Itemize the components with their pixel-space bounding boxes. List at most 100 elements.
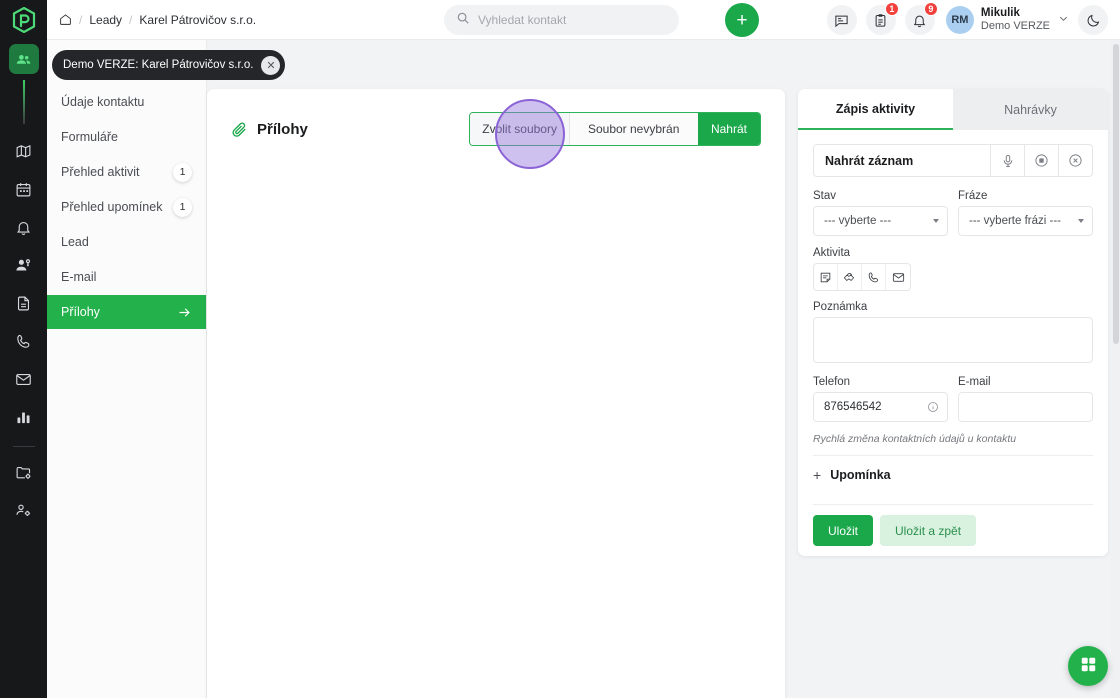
rail-item-notifications[interactable] <box>9 212 39 242</box>
fraze-field: Fráze --- vyberte frázi --- <box>958 190 1093 236</box>
info-icon[interactable] <box>927 401 939 413</box>
stav-select[interactable]: --- vyberte --- <box>813 206 948 236</box>
note-icon[interactable] <box>814 264 838 290</box>
email-label: E-mail <box>958 376 991 388</box>
rail-item-user-settings[interactable] <box>9 495 39 525</box>
envelope-icon[interactable] <box>886 264 910 290</box>
activity-tabs: Zápis aktivity Nahrávky <box>798 89 1108 130</box>
apps-launcher-button[interactable] <box>1068 646 1108 686</box>
choose-files-button[interactable]: Zvolit soubory <box>470 113 570 145</box>
rail-divider <box>12 446 35 447</box>
rail-items <box>0 40 47 529</box>
handshake-icon[interactable] <box>838 264 862 290</box>
search-icon <box>456 11 470 30</box>
cancel-record-icon[interactable] <box>1058 145 1092 176</box>
home-icon[interactable] <box>59 13 72 26</box>
telefon-input[interactable]: 876546542 <box>813 392 948 422</box>
page-scrollbar-thumb[interactable] <box>1112 44 1119 344</box>
rail-item-statistics[interactable] <box>9 402 39 432</box>
upload-button[interactable]: Nahrát <box>697 113 760 145</box>
breadcrumb-item-leady[interactable]: Leady <box>89 13 122 27</box>
phone-icon[interactable] <box>862 264 886 290</box>
chevron-down-icon <box>933 219 939 223</box>
user-name: Mikulik <box>980 6 1020 19</box>
add-reminder-button[interactable]: + Upomínka <box>813 456 1093 494</box>
file-upload-row: Zvolit soubory Soubor nevybrán Nahrát <box>469 112 761 146</box>
avatar: RM <box>945 6 974 34</box>
aktivita-field: Aktivita <box>813 247 1093 291</box>
stop-record-icon[interactable] <box>1024 145 1058 176</box>
reminder-label: Upomínka <box>830 468 891 482</box>
save-button[interactable]: Uložit <box>813 515 874 546</box>
tab-nahravky[interactable]: Nahrávky <box>953 89 1108 130</box>
panel-header: Přílohy Zvolit soubory Soubor nevybrán N… <box>207 89 785 153</box>
clipboard-icon[interactable]: 1 <box>865 2 899 35</box>
poznamka-textarea[interactable] <box>813 317 1093 363</box>
subnav-item-prilohy[interactable]: Přílohy <box>47 295 206 329</box>
poznamka-field: Poznámka <box>813 301 1093 368</box>
recorder-row: Nahrát záznam <box>813 144 1093 177</box>
breadcrumb-separator-1: / <box>79 12 83 27</box>
clipboard-badge: 1 <box>884 2 899 16</box>
feed-icon[interactable] <box>826 5 857 35</box>
rail-item-calls[interactable] <box>9 326 39 356</box>
save-and-back-button[interactable]: Uložit a zpět <box>880 515 977 546</box>
subnav-label: Údaje kontaktu <box>61 95 145 109</box>
add-new-button[interactable]: + <box>725 3 759 37</box>
poznamka-label: Poznámka <box>813 301 868 313</box>
activity-form: Nahrát záznam Stav --- vyberte --- Fráze… <box>798 130 1108 546</box>
apps-grid-icon <box>1079 655 1098 677</box>
bell-badge: 9 <box>923 2 938 16</box>
arrow-right-icon <box>177 305 192 320</box>
rail-item-folder-settings[interactable] <box>9 457 39 487</box>
subnav-item-lead[interactable]: Lead <box>47 225 206 259</box>
email-input[interactable] <box>958 392 1093 422</box>
subnav-item-prehled-aktivit[interactable]: Přehled aktivit 1 <box>47 155 206 189</box>
fraze-label: Fráze <box>958 190 988 202</box>
tab-zapis-aktivity[interactable]: Zápis aktivity <box>798 89 953 130</box>
user-menu[interactable]: RM Mikulik Demo VERZE <box>945 6 1069 34</box>
rail-item-contacts[interactable] <box>8 44 39 74</box>
activity-panel: Zápis aktivity Nahrávky Nahrát záznam St… <box>798 89 1108 556</box>
rail-item-map[interactable] <box>9 136 39 166</box>
subnav-item-udaje-kontaktu[interactable]: Údaje kontaktu <box>47 85 206 119</box>
selected-file-status: Soubor nevybrán <box>569 113 698 145</box>
subnav-item-prehled-upominek[interactable]: Přehled upomínek 1 <box>47 190 206 224</box>
subnav-label: E-mail <box>61 270 97 284</box>
demo-pill-label: Demo VERZE: Karel Pátrovičov s.r.o. <box>63 59 254 71</box>
search-box[interactable] <box>444 5 679 35</box>
breadcrumb-item-current[interactable]: Karel Pátrovičov s.r.o. <box>139 13 256 27</box>
rail-item-calendar[interactable] <box>9 174 39 204</box>
stav-label: Stav <box>813 190 837 202</box>
subnav-item-email[interactable]: E-mail <box>47 260 206 294</box>
top-bar: / Leady / Karel Pátrovičov s.r.o. + <box>47 0 1120 40</box>
user-subtitle: Demo VERZE <box>980 20 1050 33</box>
user-text: Mikulik Demo VERZE <box>981 6 1050 34</box>
breadcrumb-separator-2: / <box>129 12 133 27</box>
page-title: Přílohy <box>231 121 308 138</box>
close-icon[interactable]: ✕ <box>261 55 281 75</box>
demo-version-pill: Demo VERZE: Karel Pátrovičov s.r.o. ✕ <box>52 50 286 80</box>
subnav-label: Přehled upomínek <box>61 200 163 214</box>
microphone-icon[interactable] <box>990 145 1024 176</box>
attachments-panel: Přílohy Zvolit soubory Soubor nevybrán N… <box>207 89 785 698</box>
activity-type-group <box>813 263 911 291</box>
moon-icon[interactable] <box>1078 5 1108 35</box>
telefon-field: Telefon 876546542 <box>813 376 948 422</box>
save-actions: Uložit Uložit a zpět <box>813 505 1093 546</box>
fraze-select[interactable]: --- vyberte frázi --- <box>958 206 1093 236</box>
chevron-down-icon <box>1078 219 1084 223</box>
rail-item-documents[interactable] <box>9 288 39 318</box>
state-phrase-row: Stav --- vyberte --- Fráze --- vyberte f… <box>813 190 1093 236</box>
subnav-label: Lead <box>61 235 89 249</box>
breadcrumb: / Leady / Karel Pátrovičov s.r.o. <box>59 13 256 27</box>
subnav-item-formulare[interactable]: Formuláře <box>47 120 206 154</box>
recorder-label: Nahrát záznam <box>825 153 914 168</box>
rail-item-user-access[interactable] <box>9 250 39 280</box>
bell-icon[interactable]: 9 <box>904 2 938 35</box>
rail-item-mail[interactable] <box>9 364 39 394</box>
app-logo[interactable] <box>0 0 47 40</box>
chevron-down-icon <box>1058 11 1069 29</box>
search-input[interactable] <box>478 13 667 27</box>
app-root: / Leady / Karel Pátrovičov s.r.o. + <box>0 0 1120 698</box>
